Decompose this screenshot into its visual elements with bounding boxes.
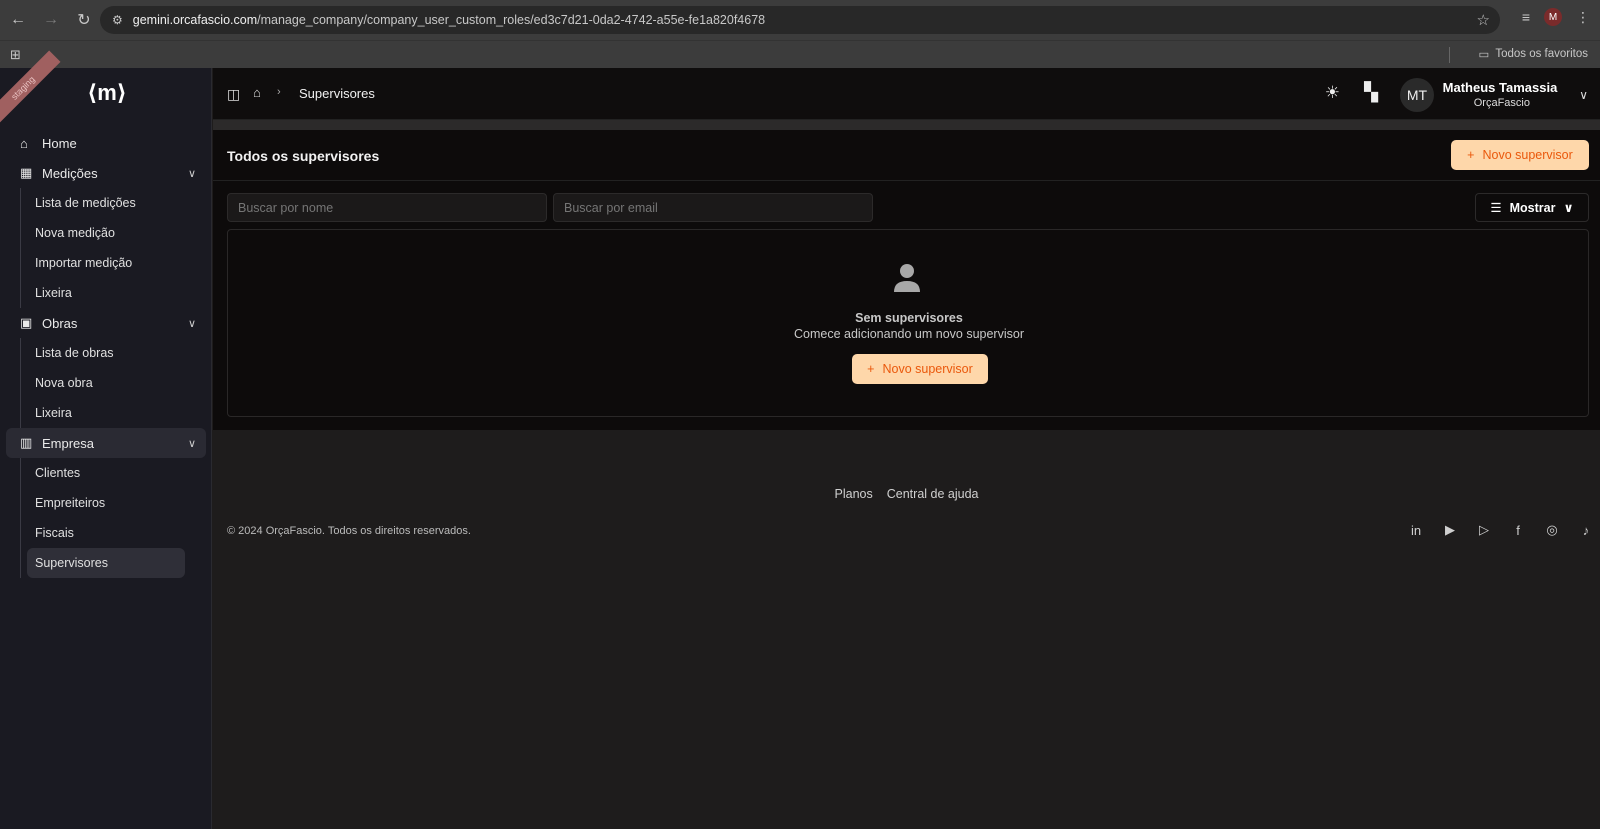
address-bar[interactable]: ⚙ gemini.orcafascio.com/manage_company/c… (100, 6, 1500, 34)
sidebar-item-obras[interactable]: ▣ Obras ∨ (6, 308, 206, 338)
sidebar-item-label: Empresa (42, 435, 95, 451)
social-links: in ▶ ▷ f ◎ ♪ (1408, 522, 1594, 538)
bookmarks-bar: ⊞ ▭ Todos os favoritos (0, 40, 1600, 68)
reload-icon[interactable]: ↻ (69, 5, 99, 35)
footer-links: Planos Central de ajuda (213, 487, 1600, 501)
breadcrumb-chevron-icon: › (277, 86, 281, 98)
sidebar-item-nova-medicao[interactable]: Nova medição (27, 218, 185, 248)
show-columns-button[interactable]: ☰ Mostrar ∨ (1475, 193, 1589, 222)
sidebar-item-supervisores[interactable]: Supervisores (27, 548, 185, 578)
sidebar-item-empreiteiros[interactable]: Empreiteiros (27, 488, 185, 518)
folder-icon: ▭ (1478, 49, 1490, 61)
user-icon (894, 264, 920, 292)
plus-icon: + (867, 362, 875, 376)
sidebar-item-lista-medicoes[interactable]: Lista de medições (27, 188, 185, 218)
new-supervisor-label: Novo supervisor (1482, 148, 1573, 162)
user-org: OrçaFascio (1473, 97, 1530, 109)
empty-state: Sem supervisores Comece adicionando um n… (227, 229, 1589, 417)
new-supervisor-button[interactable]: + Novo supervisor (1451, 140, 1589, 170)
sidebar-menu: ⌂ Home ▦ Medições ∨ Lista de medições No… (0, 128, 212, 578)
supervisors-card: Todos os supervisores + Novo supervisor … (213, 130, 1600, 430)
sidebar-item-importar-medicao[interactable]: Importar medição (27, 248, 185, 278)
submenu-obras: Lista de obras Nova obra Lixeira (20, 338, 212, 428)
home-icon: ⌂ (20, 135, 28, 151)
app-topbar: ◫ ⌂ › Supervisores ☀ ▚ MT Matheus Tamass… (213, 68, 1600, 120)
url-text: gemini.orcafascio.com/manage_company/com… (132, 13, 766, 27)
briefcase-icon: ▣ (20, 315, 33, 330)
play-store-icon[interactable]: ▶ (1442, 522, 1458, 538)
page-title: Todos os supervisores (227, 148, 380, 164)
theme-sun-icon[interactable]: ☀ (1325, 83, 1340, 103)
empty-state-subtitle: Comece adicionando um novo supervisor (794, 327, 1024, 341)
card-divider (213, 180, 1600, 181)
reading-list-icon[interactable]: ≡ (1522, 9, 1530, 25)
plus-icon: + (1467, 148, 1475, 162)
sidebar-item-lixeira-obras[interactable]: Lixeira (27, 398, 185, 428)
sidebar-item-clientes[interactable]: Clientes (27, 458, 185, 488)
bookmarks-folder[interactable]: ▭ Todos os favoritos (1478, 47, 1588, 61)
bookmark-star-icon[interactable]: ☆ (1477, 11, 1490, 29)
search-name-input[interactable] (227, 193, 547, 222)
tiktok-icon[interactable]: ♪ (1578, 522, 1594, 538)
facebook-icon[interactable]: f (1510, 522, 1526, 538)
instagram-icon[interactable]: ◎ (1544, 522, 1560, 538)
show-button-label: Mostrar (1509, 200, 1556, 215)
empty-new-supervisor-label: Novo supervisor (882, 362, 973, 376)
copyright-text: © 2024 OrçaFascio. Todos os direitos res… (227, 525, 471, 537)
youtube-icon[interactable]: ▷ (1476, 522, 1492, 538)
sidebar-item-nova-obra[interactable]: Nova obra (27, 368, 185, 398)
user-name[interactable]: Matheus Tamassia (1440, 80, 1560, 95)
back-icon[interactable]: ← (3, 5, 33, 35)
app-logo[interactable]: ⟨m⟩ (82, 80, 132, 110)
menu-kebab-icon[interactable]: ⋮ (1576, 9, 1590, 26)
site-settings-icon[interactable]: ⚙ (112, 13, 123, 27)
bookmarks-separator (1449, 47, 1450, 63)
empty-state-title: Sem supervisores (855, 311, 963, 325)
sidebar-toggle-icon[interactable]: ◫ (227, 86, 240, 103)
breadcrumb-home-icon[interactable]: ⌂ (253, 85, 261, 100)
apps-grid-icon[interactable]: ⊞ (10, 47, 21, 63)
forward-icon[interactable]: → (36, 5, 66, 35)
apps-grid-icon[interactable]: ▚ (1364, 82, 1378, 103)
browser-toolbar: ← → ↻ ⚙ gemini.orcafascio.com/manage_com… (0, 0, 1600, 40)
sidebar-item-label: Home (42, 135, 77, 151)
footer-link-central-ajuda[interactable]: Central de ajuda (887, 487, 979, 501)
sliders-icon: ☰ (1490, 201, 1502, 215)
search-email-input[interactable] (553, 193, 873, 222)
sidebar-item-fiscais[interactable]: Fiscais (27, 518, 185, 548)
empty-new-supervisor-button[interactable]: + Novo supervisor (852, 354, 988, 384)
main-content: ◫ ⌂ › Supervisores ☀ ▚ MT Matheus Tamass… (213, 68, 1600, 829)
sidebar-item-home[interactable]: ⌂ Home (6, 128, 206, 158)
sidebar-item-label: Obras (42, 315, 78, 331)
chevron-down-icon: ∨ (187, 317, 196, 330)
topbar-divider (213, 120, 1600, 130)
sidebar-item-lista-obras[interactable]: Lista de obras (27, 338, 185, 368)
bookmarks-folder-label: Todos os favoritos (1495, 48, 1588, 60)
sidebar-item-label: Medições (42, 165, 98, 181)
sidebar: staging ⟨m⟩ ⌂ Home ▦ Medições ∨ Lista de… (0, 50, 212, 829)
submenu-medicoes: Lista de medições Nova medição Importar … (20, 188, 212, 308)
footer-link-planos[interactable]: Planos (835, 487, 873, 501)
chevron-down-icon: ∨ (187, 437, 196, 450)
sidebar-item-lixeira-medicoes[interactable]: Lixeira (27, 278, 185, 308)
chevron-down-icon[interactable]: ∨ (1579, 88, 1588, 102)
user-avatar[interactable]: MT (1400, 78, 1434, 112)
calculator-icon: ▦ (20, 165, 33, 180)
building-icon: ▥ (20, 435, 33, 450)
chevron-down-icon: ∨ (187, 167, 196, 180)
profile-avatar[interactable]: M (1544, 8, 1562, 26)
breadcrumb-current: Supervisores (299, 86, 375, 101)
sidebar-item-medicoes[interactable]: ▦ Medições ∨ (6, 158, 206, 188)
submenu-empresa: Clientes Empreiteiros Fiscais Supervisor… (20, 458, 212, 578)
linkedin-icon[interactable]: in (1408, 522, 1424, 538)
sidebar-item-empresa[interactable]: ▥ Empresa ∨ (6, 428, 206, 458)
chevron-down-icon: ∨ (1563, 201, 1574, 215)
